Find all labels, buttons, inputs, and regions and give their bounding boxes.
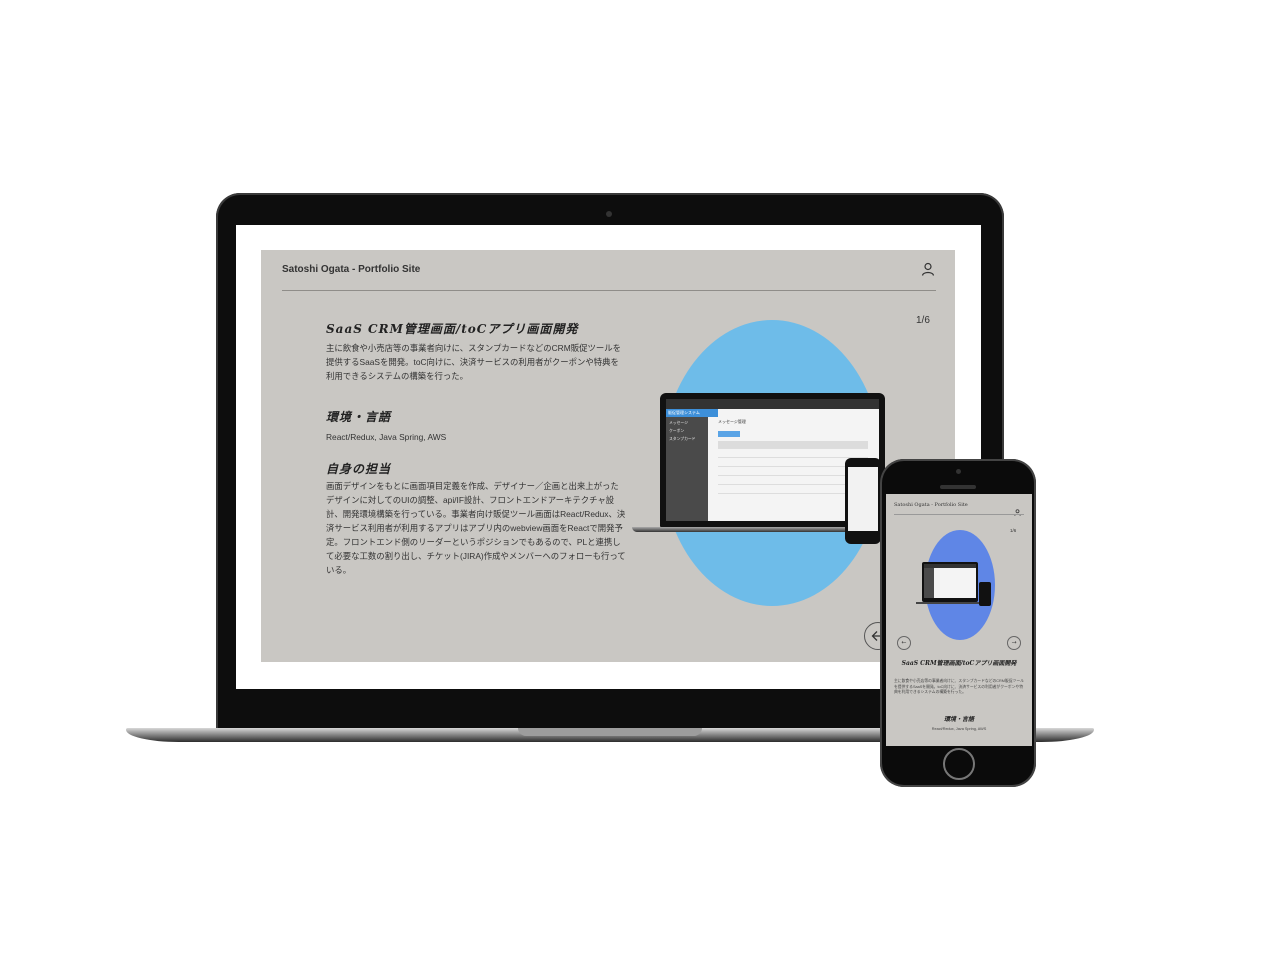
user-icon[interactable] [1014, 501, 1021, 516]
phone-screen: Satoshi Ogata - Portfolio Site 1/6 ← → S… [886, 494, 1032, 746]
arrow-right-icon: → [1011, 639, 1017, 646]
project-title: SaaS CRM管理画面/toCアプリ画面開発 [326, 322, 579, 336]
phone-env-text: React/Redux, Java Spring, AWS [931, 727, 987, 731]
phone-home-button[interactable] [943, 748, 975, 780]
site-title[interactable]: Satoshi Ogata - Portfolio Site [282, 264, 420, 275]
mock-sidebar-item: メッセージ [669, 421, 688, 425]
portfolio-page: Satoshi Ogata - Portfolio Site SaaS CRM管… [261, 250, 955, 662]
env-heading: 環境・言語 [326, 410, 392, 424]
laptop-notch [518, 728, 702, 736]
phone-site-title[interactable]: Satoshi Ogata - Portfolio Site [894, 502, 968, 508]
arrow-left-icon: ← [901, 639, 907, 646]
phone-mock-laptop-base [916, 602, 986, 604]
phone-slide-counter: 1/6 [1010, 528, 1017, 533]
mock-page-title: メッセージ管理 [718, 419, 746, 424]
slide-counter: 1/6 [916, 315, 930, 326]
mock-sidebar-item: スタンプカード [669, 437, 696, 441]
phone-mock-laptop [922, 562, 978, 602]
phone-next-button[interactable]: → [1007, 636, 1021, 650]
mock-add-button: 新規作成 [718, 431, 740, 446]
phone-camera [956, 469, 961, 474]
phone-mock-phone [979, 582, 991, 606]
env-text: React/Redux, Java Spring, AWS [326, 432, 447, 442]
phone-project-title: SaaS CRM管理画面/toCアプリ画面開発 [901, 660, 1017, 667]
role-heading: 自身の担当 [326, 462, 392, 476]
phone-env-heading: 環境・言語 [943, 716, 974, 723]
phone-prev-button[interactable]: ← [897, 636, 911, 650]
laptop-camera [606, 211, 612, 217]
mock-sidebar-item: クーポン [669, 429, 685, 433]
phone-header-divider [894, 514, 1024, 515]
phone-speaker [940, 485, 976, 489]
project-description: 主に飲食や小売店等の事業者向けに、スタンプカードなどのCRM販促ツールを提供する… [326, 343, 621, 381]
role-text: 画面デザインをもとに画面項目定義を作成、デザイナー／企画と出来上がったデザインに… [326, 481, 626, 575]
laptop-screen: Satoshi Ogata - Portfolio Site SaaS CRM管… [236, 225, 981, 689]
mock-phone-image [845, 458, 881, 544]
header-divider [282, 290, 936, 291]
user-icon[interactable] [921, 261, 935, 276]
phone-project-description: 主に飲食や小売店等の事業者向けに、スタンプカードなどのCRM販促ツールを提供する… [894, 679, 1024, 694]
mock-sidebar-title: 販促管理システム [668, 410, 700, 415]
